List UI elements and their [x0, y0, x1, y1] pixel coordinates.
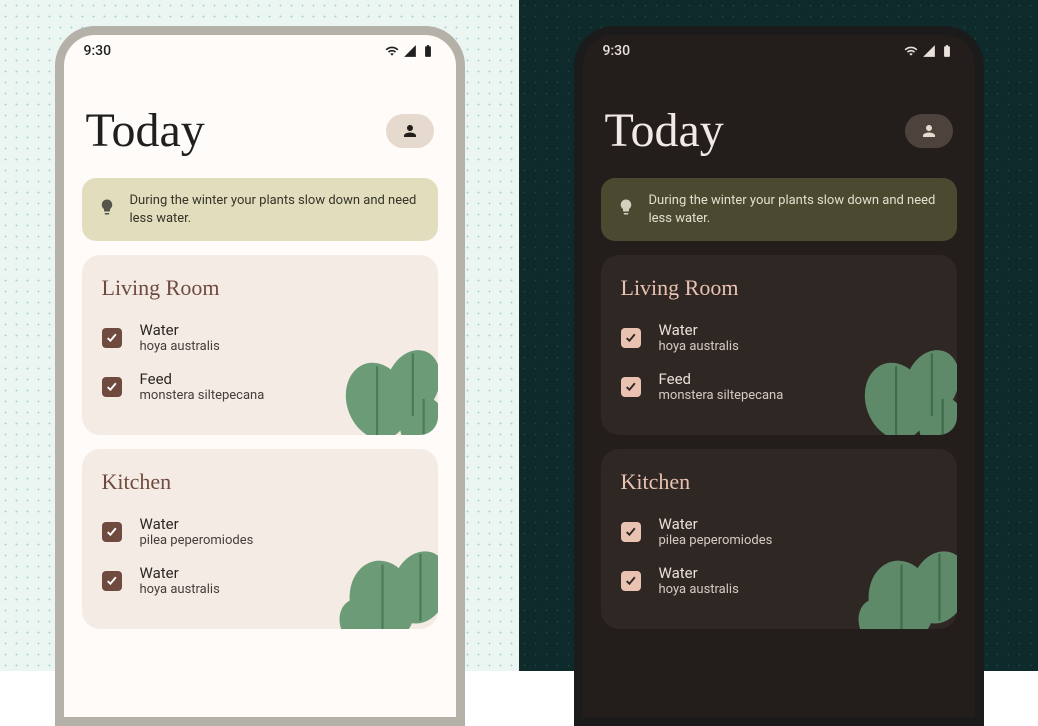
task-checkbox[interactable] [621, 522, 641, 542]
status-bar: 9:30 [64, 35, 456, 67]
task-plant: hoya australis [140, 582, 220, 597]
task-row: Feed monstera siltepecana [102, 364, 418, 413]
status-icons [384, 44, 436, 58]
task-plant: hoya australis [140, 339, 220, 354]
task-text: Feed monstera siltepecana [659, 370, 784, 403]
lightbulb-icon [617, 195, 635, 225]
task-text: Water pilea peperomiodes [659, 515, 773, 548]
task-row: Water hoya australis [621, 558, 937, 607]
phone-frame: 9:30 Today During the winter your plants… [55, 26, 465, 726]
task-row: Water hoya australis [102, 558, 418, 607]
room-title: Living Room [621, 275, 937, 301]
phone-frame: 9:30 Today During the winter your plants… [574, 26, 984, 726]
check-icon [105, 574, 118, 587]
task-row: Feed monstera siltepecana [621, 364, 937, 413]
task-action: Water [140, 564, 220, 582]
task-action: Water [659, 321, 739, 339]
person-icon [920, 122, 938, 140]
task-checkbox[interactable] [621, 377, 641, 397]
status-icons [903, 44, 955, 58]
tip-text: During the winter your plants slow down … [649, 192, 941, 227]
task-action: Feed [140, 370, 265, 388]
room-card-living-room: Living Room Water hoya australis Feed mo… [601, 255, 957, 435]
task-plant: pilea peperomiodes [140, 533, 254, 548]
wifi-icon [903, 44, 919, 58]
room-card-living-room: Living Room Water hoya australis Feed mo… [82, 255, 438, 435]
task-text: Water hoya australis [659, 564, 739, 597]
task-action: Feed [659, 370, 784, 388]
battery-icon [939, 44, 955, 58]
task-checkbox[interactable] [621, 571, 641, 591]
room-title: Living Room [102, 275, 418, 301]
task-text: Feed monstera siltepecana [140, 370, 265, 403]
task-row: Water hoya australis [621, 315, 937, 364]
room-title: Kitchen [102, 469, 418, 495]
tip-text: During the winter your plants slow down … [130, 192, 422, 227]
page-title: Today [605, 103, 724, 158]
header: Today [64, 67, 456, 172]
wifi-icon [384, 44, 400, 58]
check-icon [624, 574, 637, 587]
task-plant: hoya australis [659, 582, 739, 597]
page-title: Today [86, 103, 205, 158]
room-card-kitchen: Kitchen Water pilea peperomiodes Water h… [601, 449, 957, 629]
task-text: Water hoya australis [140, 321, 220, 354]
room-title: Kitchen [621, 469, 937, 495]
task-action: Water [659, 564, 739, 582]
room-card-kitchen: Kitchen Water pilea peperomiodes Water h… [82, 449, 438, 629]
lightbulb-icon [98, 195, 116, 225]
task-text: Water hoya australis [659, 321, 739, 354]
task-plant: hoya australis [659, 339, 739, 354]
task-plant: pilea peperomiodes [659, 533, 773, 548]
status-time: 9:30 [603, 43, 631, 59]
check-icon [105, 525, 118, 538]
task-plant: monstera siltepecana [140, 388, 265, 403]
task-row: Water pilea peperomiodes [102, 509, 418, 558]
light-theme-preview: 9:30 Today During the winter your plants… [0, 0, 519, 671]
signal-icon [921, 44, 937, 58]
task-plant: monstera siltepecana [659, 388, 784, 403]
task-action: Water [140, 515, 254, 533]
task-action: Water [140, 321, 220, 339]
header: Today [583, 67, 975, 172]
task-row: Water pilea peperomiodes [621, 509, 937, 558]
status-bar: 9:30 [583, 35, 975, 67]
dark-theme-preview: 9:30 Today During the winter your plants… [519, 0, 1038, 671]
check-icon [624, 380, 637, 393]
check-icon [105, 331, 118, 344]
task-action: Water [659, 515, 773, 533]
task-checkbox[interactable] [102, 522, 122, 542]
check-icon [624, 525, 637, 538]
task-checkbox[interactable] [102, 571, 122, 591]
signal-icon [402, 44, 418, 58]
task-checkbox[interactable] [102, 377, 122, 397]
tip-banner: During the winter your plants slow down … [82, 178, 438, 241]
task-text: Water pilea peperomiodes [140, 515, 254, 548]
task-checkbox[interactable] [621, 328, 641, 348]
status-time: 9:30 [84, 43, 112, 59]
check-icon [624, 331, 637, 344]
battery-icon [420, 44, 436, 58]
profile-button[interactable] [905, 114, 953, 148]
tip-banner: During the winter your plants slow down … [601, 178, 957, 241]
person-icon [401, 122, 419, 140]
profile-button[interactable] [386, 114, 434, 148]
task-row: Water hoya australis [102, 315, 418, 364]
task-text: Water hoya australis [140, 564, 220, 597]
task-checkbox[interactable] [102, 328, 122, 348]
check-icon [105, 380, 118, 393]
